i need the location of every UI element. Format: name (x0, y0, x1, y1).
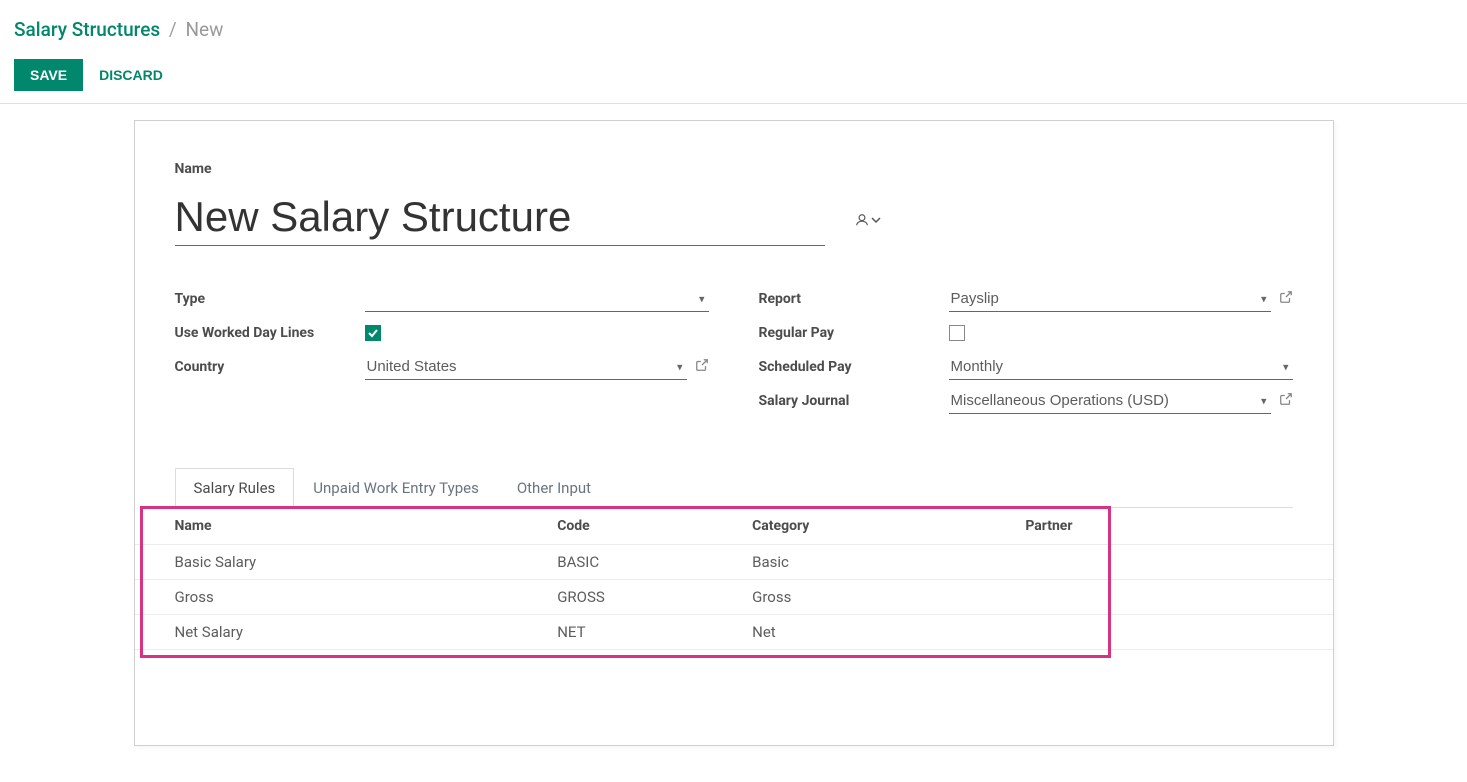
use-worked-day-lines-checkbox[interactable] (365, 325, 381, 341)
external-link-icon[interactable] (695, 358, 709, 376)
tab-salary-rules[interactable]: Salary Rules (175, 468, 295, 508)
salary-journal-label: Salary Journal (759, 393, 949, 409)
col-header-name[interactable]: Name (135, 508, 518, 545)
cell-name: Gross (135, 580, 518, 615)
field-type: Type ▾ (175, 282, 709, 316)
col-header-partner[interactable]: Partner (985, 508, 1332, 545)
scheduled-pay-select[interactable] (949, 354, 1293, 380)
cell-code: NET (517, 615, 712, 650)
header-bar: Salary Structures / New SAVE DISCARD (0, 0, 1467, 104)
external-link-icon[interactable] (1279, 290, 1293, 308)
field-use-worked-day-lines: Use Worked Day Lines (175, 316, 709, 350)
table-row[interactable]: Gross GROSS Gross (135, 580, 1333, 615)
tab-other-input[interactable]: Other Input (498, 468, 610, 508)
salary-journal-select[interactable] (949, 388, 1271, 414)
salary-rules-table-wrap: Name Code Category Partner Basic Salary … (135, 508, 1333, 650)
bottom-space (175, 650, 1293, 745)
breadcrumb: Salary Structures / New (14, 18, 1453, 41)
name-input[interactable] (175, 193, 825, 246)
cell-name: Net Salary (135, 615, 518, 650)
field-country: Country ▾ (175, 350, 709, 384)
external-link-icon[interactable] (1279, 392, 1293, 410)
name-row (175, 193, 1293, 246)
report-label: Report (759, 291, 949, 307)
cell-code: BASIC (517, 545, 712, 580)
col-header-category[interactable]: Category (712, 508, 985, 545)
scheduled-pay-label: Scheduled Pay (759, 359, 949, 375)
field-report: Report ▾ (759, 282, 1293, 316)
save-button[interactable]: SAVE (14, 59, 83, 91)
country-select[interactable] (365, 354, 687, 380)
cell-partner (985, 580, 1332, 615)
cell-partner (985, 545, 1332, 580)
type-label: Type (175, 291, 365, 307)
breadcrumb-separator: / (169, 18, 177, 41)
main-area: Name Type ▾ (0, 104, 1467, 776)
tabs: Salary Rules Unpaid Work Entry Types Oth… (175, 468, 1293, 508)
form-left-col: Type ▾ Use Worked Day Lines (175, 282, 709, 418)
tab-unpaid-work-entry-types[interactable]: Unpaid Work Entry Types (294, 468, 498, 508)
table-row[interactable]: Net Salary NET Net (135, 615, 1333, 650)
cell-code: GROSS (517, 580, 712, 615)
regular-pay-label: Regular Pay (759, 325, 949, 341)
action-row: SAVE DISCARD (14, 59, 1453, 91)
cell-category: Basic (712, 545, 985, 580)
discard-button[interactable]: DISCARD (99, 67, 163, 83)
language-selector-icon[interactable] (855, 213, 881, 227)
cell-name: Basic Salary (135, 545, 518, 580)
salary-rules-table: Name Code Category Partner Basic Salary … (135, 508, 1333, 650)
cell-category: Gross (712, 580, 985, 615)
col-header-code[interactable]: Code (517, 508, 712, 545)
table-header-row: Name Code Category Partner (135, 508, 1333, 545)
field-regular-pay: Regular Pay (759, 316, 1293, 350)
field-scheduled-pay: Scheduled Pay ▾ (759, 350, 1293, 384)
country-label: Country (175, 359, 365, 375)
form-columns: Type ▾ Use Worked Day Lines (175, 282, 1293, 418)
form-right-col: Report ▾ Regular Pay (759, 282, 1293, 418)
breadcrumb-root-link[interactable]: Salary Structures (14, 18, 160, 41)
use-worked-day-lines-label: Use Worked Day Lines (175, 325, 365, 341)
field-salary-journal: Salary Journal ▾ (759, 384, 1293, 418)
table-row[interactable]: Basic Salary BASIC Basic (135, 545, 1333, 580)
regular-pay-checkbox[interactable] (949, 325, 965, 341)
form-sheet: Name Type ▾ (134, 120, 1334, 746)
cell-partner (985, 615, 1332, 650)
cell-category: Net (712, 615, 985, 650)
breadcrumb-current: New (185, 18, 223, 41)
type-select[interactable] (365, 286, 709, 312)
report-select[interactable] (949, 286, 1271, 312)
name-label: Name (175, 161, 1293, 177)
